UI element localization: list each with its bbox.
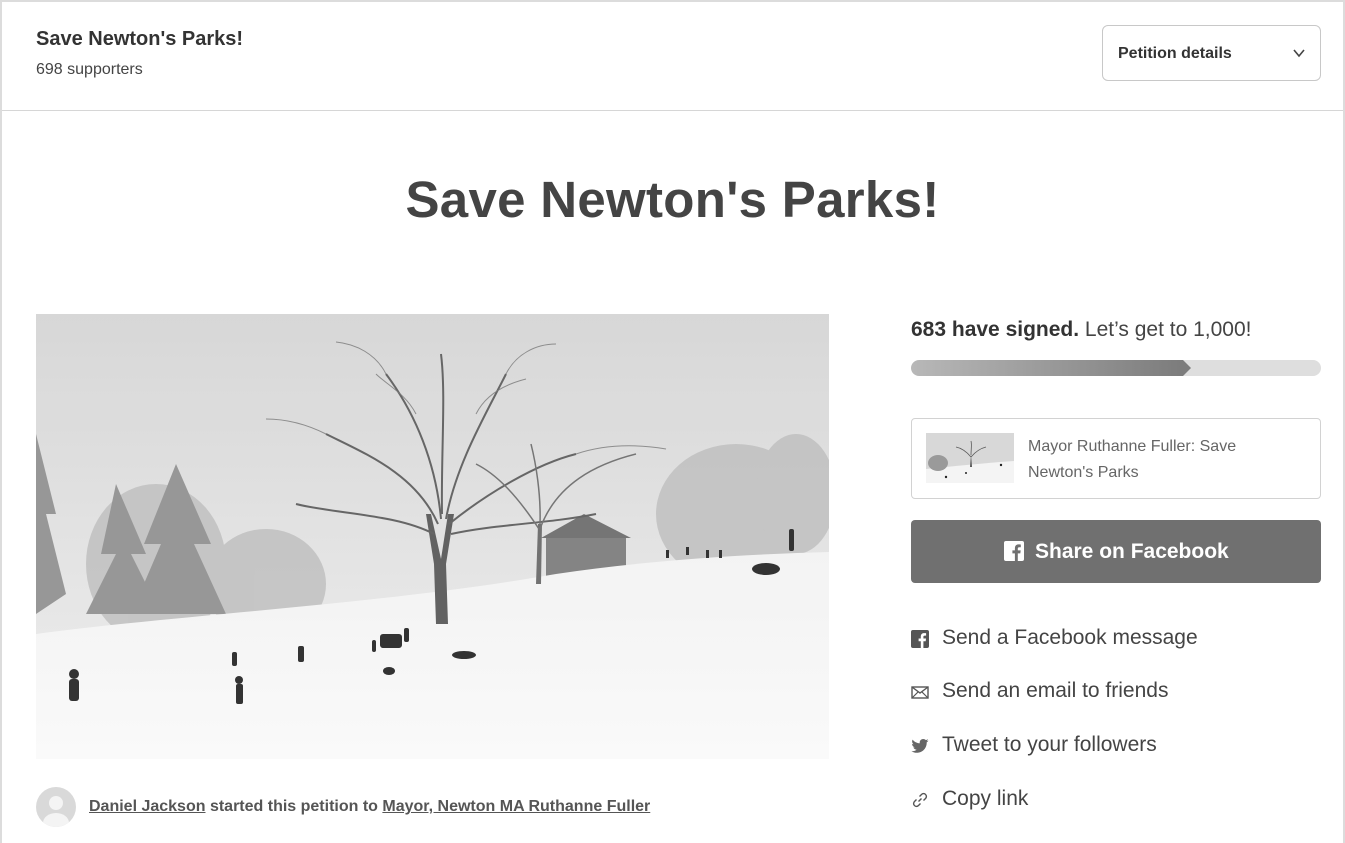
facebook-icon [911,630,929,648]
starter-name-link[interactable]: Daniel Jackson [89,798,206,815]
progress-bar-fill [911,360,1183,376]
link-icon [912,792,928,808]
share-on-facebook-button[interactable]: Share on Facebook [911,520,1321,583]
preview-thumbnail [926,433,1014,483]
chevron-down-icon [1293,49,1305,58]
petition-details-dropdown[interactable]: Petition details [1102,25,1321,81]
progress-bar-tip [1183,360,1191,376]
share-preview-card[interactable]: Mayor Ruthanne Fuller: Save Newton's Par… [911,418,1321,499]
snowy-park-photo [36,314,829,759]
signature-progress-bar [911,360,1321,376]
send-facebook-message-label: Send a Facebook message [942,626,1198,649]
email-icon [911,686,929,699]
decision-maker-link[interactable]: Mayor, Newton MA Ruthanne Fuller [382,798,650,815]
signature-progress-text: 683 have signed. Let’s get to 1,000! [911,318,1252,342]
signed-count: 683 have signed. [911,318,1080,341]
send-email-link[interactable]: Send an email to friends [911,677,1321,707]
starter-text: Daniel Jackson started this petition to … [89,798,650,816]
send-email-label: Send an email to friends [942,679,1169,702]
supporter-count: 698 supporters [36,61,143,78]
petition-title: Save Newton's Parks! [405,171,940,228]
facebook-icon [1004,541,1024,561]
petition-photo [36,314,829,759]
tweet-link[interactable]: Tweet to your followers [911,731,1321,761]
copy-link-label: Copy link [942,787,1029,810]
petition-header-bar: Save Newton's Parks! 698 supporters Peti… [2,2,1343,111]
send-facebook-message-link[interactable]: Send a Facebook message [911,624,1321,654]
share-on-facebook-label: Share on Facebook [1035,540,1229,563]
header-title: Save Newton's Parks! [36,28,244,50]
petition-details-label: Petition details [1118,45,1232,62]
tweet-label: Tweet to your followers [942,733,1157,756]
copy-link[interactable]: Copy link [911,785,1321,815]
twitter-icon [911,739,929,753]
preview-text: Mayor Ruthanne Fuller: Save Newton's Par… [1028,438,1237,481]
goal-text: Let’s get to 1,000! [1079,318,1252,341]
petition-starter-line: Daniel Jackson started this petition to … [36,787,836,827]
avatar-placeholder-icon [36,787,76,827]
starter-middle-text: started this petition to [205,798,383,815]
